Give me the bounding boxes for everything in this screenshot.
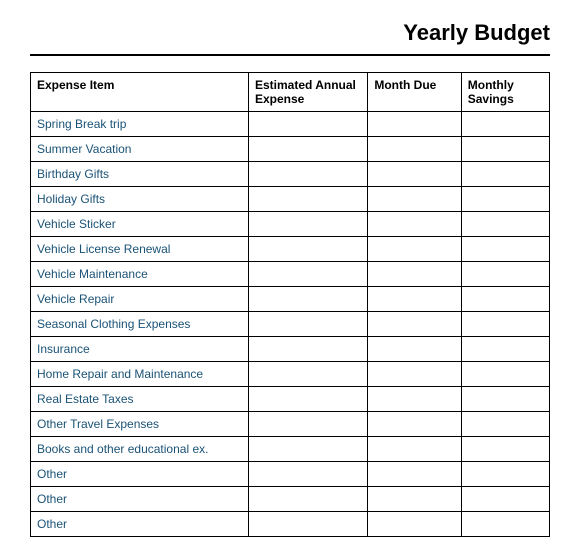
cell-savings: [461, 262, 549, 287]
cell-expense: Real Estate Taxes: [31, 387, 249, 412]
cell-expense: Seasonal Clothing Expenses: [31, 312, 249, 337]
col-header-savings: Monthly Savings: [461, 73, 549, 112]
table-row: Seasonal Clothing Expenses: [31, 312, 550, 337]
cell-expense: Spring Break trip: [31, 112, 249, 137]
cell-annual: [248, 237, 367, 262]
cell-month: [368, 337, 461, 362]
table-row: Vehicle Maintenance: [31, 262, 550, 287]
cell-expense: Insurance: [31, 337, 249, 362]
cell-savings: [461, 362, 549, 387]
table-row: Vehicle License Renewal: [31, 237, 550, 262]
cell-savings: [461, 287, 549, 312]
cell-expense: Vehicle Sticker: [31, 212, 249, 237]
cell-month: [368, 512, 461, 537]
cell-expense: Birthday Gifts: [31, 162, 249, 187]
cell-month: [368, 212, 461, 237]
cell-savings: [461, 212, 549, 237]
cell-month: [368, 187, 461, 212]
cell-annual: [248, 437, 367, 462]
cell-annual: [248, 287, 367, 312]
table-row: Holiday Gifts: [31, 187, 550, 212]
cell-annual: [248, 487, 367, 512]
cell-savings: [461, 187, 549, 212]
cell-expense: Summer Vacation: [31, 137, 249, 162]
table-row: Vehicle Sticker: [31, 212, 550, 237]
budget-table: Expense Item Estimated Annual Expense Mo…: [30, 72, 550, 537]
cell-expense: Vehicle Maintenance: [31, 262, 249, 287]
cell-month: [368, 487, 461, 512]
cell-annual: [248, 362, 367, 387]
cell-month: [368, 437, 461, 462]
cell-expense: Holiday Gifts: [31, 187, 249, 212]
cell-savings: [461, 312, 549, 337]
table-row: Other: [31, 462, 550, 487]
cell-savings: [461, 437, 549, 462]
cell-month: [368, 312, 461, 337]
cell-month: [368, 462, 461, 487]
col-header-annual: Estimated Annual Expense: [248, 73, 367, 112]
table-row: Other: [31, 512, 550, 537]
cell-savings: [461, 387, 549, 412]
table-row: Books and other educational ex.: [31, 437, 550, 462]
table-row: Other Travel Expenses: [31, 412, 550, 437]
cell-expense: Other Travel Expenses: [31, 412, 249, 437]
cell-month: [368, 387, 461, 412]
cell-expense: Vehicle License Renewal: [31, 237, 249, 262]
cell-annual: [248, 187, 367, 212]
cell-month: [368, 287, 461, 312]
cell-expense: Vehicle Repair: [31, 287, 249, 312]
table-row: Home Repair and Maintenance: [31, 362, 550, 387]
cell-savings: [461, 112, 549, 137]
cell-savings: [461, 237, 549, 262]
cell-annual: [248, 312, 367, 337]
cell-annual: [248, 337, 367, 362]
cell-savings: [461, 512, 549, 537]
cell-annual: [248, 412, 367, 437]
cell-savings: [461, 462, 549, 487]
cell-expense: Other: [31, 487, 249, 512]
cell-savings: [461, 162, 549, 187]
table-row: Other: [31, 487, 550, 512]
table-row: Vehicle Repair: [31, 287, 550, 312]
cell-expense: Books and other educational ex.: [31, 437, 249, 462]
cell-month: [368, 112, 461, 137]
table-row: Birthday Gifts: [31, 162, 550, 187]
cell-annual: [248, 262, 367, 287]
cell-annual: [248, 112, 367, 137]
cell-annual: [248, 387, 367, 412]
cell-expense: Home Repair and Maintenance: [31, 362, 249, 387]
cell-savings: [461, 487, 549, 512]
title-divider: [30, 54, 550, 56]
table-row: Spring Break trip: [31, 112, 550, 137]
page-title: Yearly Budget: [30, 20, 550, 46]
cell-savings: [461, 137, 549, 162]
col-header-expense: Expense Item: [31, 73, 249, 112]
cell-annual: [248, 462, 367, 487]
cell-month: [368, 137, 461, 162]
cell-savings: [461, 337, 549, 362]
cell-savings: [461, 412, 549, 437]
cell-annual: [248, 137, 367, 162]
cell-annual: [248, 212, 367, 237]
cell-month: [368, 412, 461, 437]
table-row: Insurance: [31, 337, 550, 362]
cell-month: [368, 237, 461, 262]
cell-month: [368, 362, 461, 387]
table-row: Summer Vacation: [31, 137, 550, 162]
cell-month: [368, 262, 461, 287]
col-header-month: Month Due: [368, 73, 461, 112]
table-row: Real Estate Taxes: [31, 387, 550, 412]
cell-annual: [248, 162, 367, 187]
cell-expense: Other: [31, 462, 249, 487]
cell-annual: [248, 512, 367, 537]
cell-expense: Other: [31, 512, 249, 537]
cell-month: [368, 162, 461, 187]
